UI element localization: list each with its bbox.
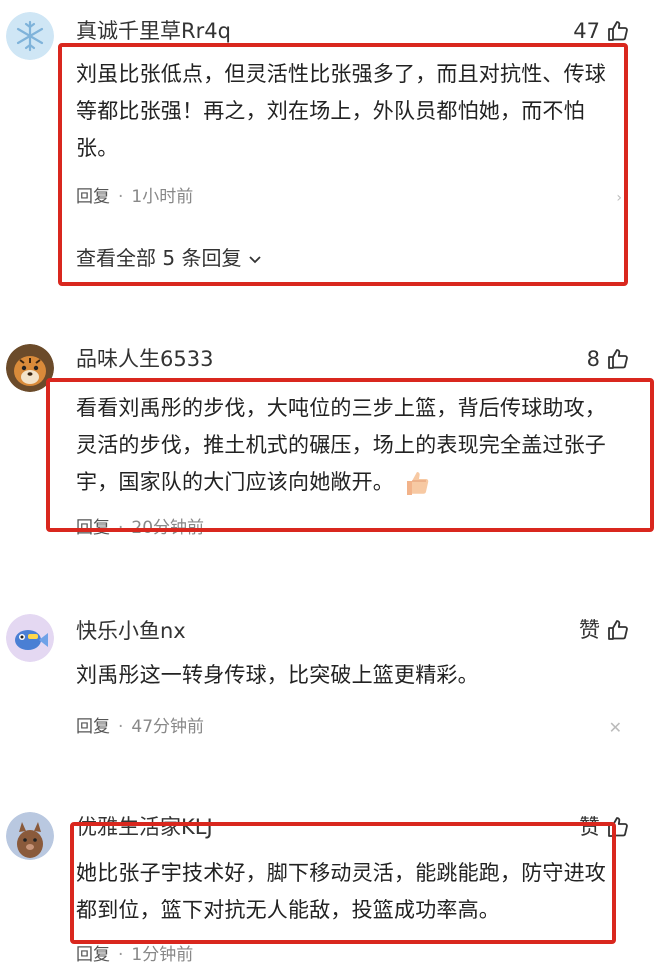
view-all-replies[interactable]: 查看全部 5 条回复 [76,245,262,271]
comment-text: 刘虽比张低点，但灵活性比张强多了，而且对抗性、传球等都比张强！再之，刘在场上，外… [76,62,606,160]
comment-text: 她比张子宇技术好，脚下移动灵活，能跳能跑，防守进攻都到位，篮下对抗无人能敌，投篮… [76,861,606,922]
close-icon[interactable]: › [616,188,622,208]
comment-text: 看看刘禹彤的步伐，大吨位的三步上篮，背后传球助攻，灵活的步伐，推土机式的碾压，场… [76,390,624,501]
comment-time: 1分钟前 [131,945,194,965]
like-label: 赞 [579,815,600,839]
close-icon[interactable]: ✕ [609,718,622,738]
username[interactable]: 真诚千里草Rr4q [76,18,231,44]
comment-meta: 回复 · 20分钟前 [76,517,204,539]
like-label: 赞 [579,618,600,642]
like-button[interactable]: 赞 [579,617,630,643]
separator-dot: · [118,187,124,207]
comment-meta: 回复 · 1小时前 [76,186,193,208]
separator-dot: · [118,717,124,737]
comment-time: 1小时前 [131,187,194,207]
separator-dot: · [118,945,124,965]
comment-text-body: 看看刘禹彤的步伐，大吨位的三步上篮，背后传球助攻，灵活的步伐，推土机式的碾压，场… [76,396,606,494]
reply-button[interactable]: 回复 [76,717,110,737]
avatar[interactable] [6,614,54,662]
username[interactable]: 快乐小鱼nx [76,618,186,644]
reply-button[interactable]: 回复 [76,518,110,538]
thumbs-up-emoji-icon [401,468,431,498]
reply-button[interactable]: 回复 [76,187,110,207]
separator-dot: · [118,518,124,538]
comment-text: 刘禹彤这一转身传球，比突破上篮更精彩。 [76,663,479,687]
view-replies-label: 查看全部 5 条回复 [76,246,242,270]
avatar[interactable] [6,344,54,392]
comment-time: 20分钟前 [131,518,205,538]
username[interactable]: 品味人生6533 [76,346,213,372]
thumbs-up-icon [606,815,630,839]
username[interactable]: 优雅生活家KLJ [76,814,213,840]
chevron-down-icon [248,246,262,270]
avatar[interactable] [6,12,54,60]
like-button[interactable]: 8 [587,346,630,372]
comment-time: 47分钟前 [131,717,205,737]
thumbs-up-icon [606,19,630,43]
like-button[interactable]: 47 [573,18,630,44]
comment-meta: 回复 · 47分钟前 [76,716,204,738]
avatar[interactable] [6,812,54,860]
like-count: 47 [573,19,600,43]
thumbs-up-icon [606,347,630,371]
reply-button[interactable]: 回复 [76,945,110,965]
like-count: 8 [586,347,600,371]
thumbs-up-icon [606,618,630,642]
comment-meta: 回复 · 1分钟前 [76,944,193,966]
like-button[interactable]: 赞 [579,814,630,840]
